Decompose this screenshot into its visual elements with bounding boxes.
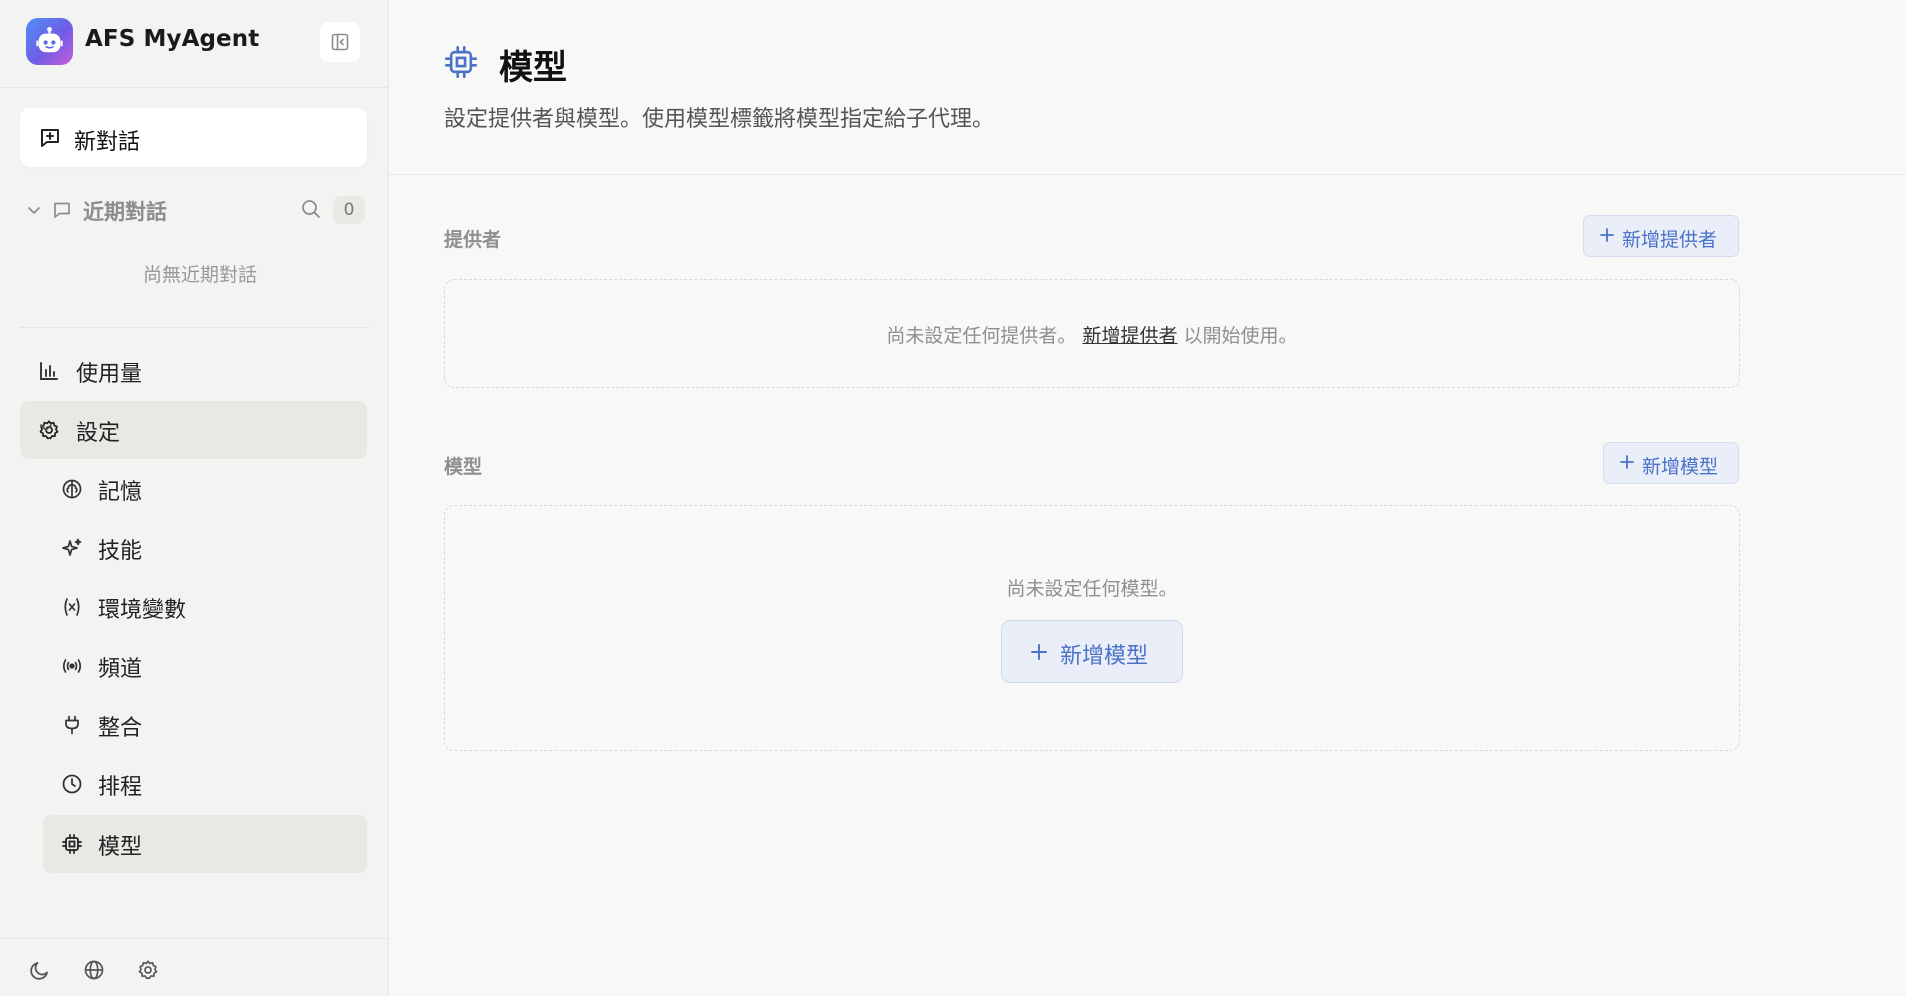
main-content: 模型 設定提供者與模型。使用模型標籤將模型指定給子代理。 提供者 新增提供者 尚… (389, 0, 1906, 996)
sidebar-item-label: 設定 (76, 421, 121, 446)
sidebar-item-channels[interactable]: 頻道 (43, 637, 367, 695)
globe-icon[interactable] (83, 959, 105, 981)
recent-chats-count-badge: 0 (333, 196, 365, 224)
add-model-empty-button[interactable]: 新增模型 (1001, 620, 1183, 683)
plus-icon (1031, 644, 1047, 660)
sidebar-item-env-vars[interactable]: 環境變數 (43, 578, 367, 636)
chevron-down-icon (28, 207, 40, 214)
sidebar-item-label: 整合 (98, 716, 143, 741)
recent-chats-header[interactable]: 近期對話 0 (20, 192, 367, 228)
providers-empty-text: 尚未設定任何提供者。 新增提供者 以開始使用。 (445, 321, 1739, 348)
search-icon[interactable] (300, 198, 322, 220)
chevron-down-icon (40, 424, 52, 431)
sidebar-item-skills[interactable]: 技能 (43, 519, 367, 577)
add-provider-button[interactable]: 新增提供者 (1583, 215, 1739, 257)
sidebar-item-schedule[interactable]: 排程 (43, 755, 367, 813)
sidebar-item-usage[interactable]: 使用量 (20, 342, 367, 400)
sidebar-item-models[interactable]: 模型 (43, 815, 367, 873)
sidebar-divider (20, 327, 370, 328)
sidebar-item-label: 使用量 (76, 362, 143, 387)
sidebar: AFS MyAgent 新對話 近期對話 0 尚無近期對話 使用量 設定 記憶 … (0, 0, 389, 996)
robot-icon (26, 18, 73, 65)
sidebar-item-label: 模型 (98, 835, 143, 860)
chip-icon (62, 834, 82, 854)
sidebar-item-label: 排程 (98, 775, 143, 800)
plus-icon (1620, 455, 1634, 469)
app-name: AFS MyAgent (85, 26, 260, 52)
providers-section-label: 提供者 (444, 229, 502, 251)
variable-icon (64, 598, 80, 616)
sparkle-icon (62, 538, 82, 556)
add-provider-link[interactable]: 新增提供者 (1082, 325, 1177, 347)
sidebar-item-label: 技能 (98, 539, 143, 564)
plus-icon (1600, 228, 1614, 242)
clock-icon (62, 774, 82, 794)
models-empty-text: 尚未設定任何模型。 (1006, 578, 1178, 600)
page-title: 模型 (499, 48, 567, 88)
sidebar-collapse-button[interactable] (320, 22, 360, 62)
add-provider-label: 新增提供者 (1622, 229, 1718, 251)
page-header: 模型 設定提供者與模型。使用模型標籤將模型指定給子代理。 (389, 0, 1906, 175)
bar-chart-icon (40, 362, 58, 380)
gear-icon[interactable] (137, 959, 159, 981)
radio-icon (62, 659, 82, 673)
models-section-label: 模型 (444, 456, 483, 478)
chip-icon (444, 45, 478, 79)
sidebar-item-settings[interactable]: 設定 (20, 401, 367, 459)
providers-empty-suffix: 以開始使用。 (1183, 325, 1298, 347)
providers-empty-state: 尚未設定任何提供者。 新增提供者 以開始使用。 (444, 279, 1740, 388)
brain-icon (62, 479, 82, 499)
plug-icon (65, 715, 79, 735)
message-icon (54, 202, 70, 218)
sidebar-item-integrations[interactable]: 整合 (43, 696, 367, 754)
moon-icon[interactable] (29, 959, 51, 981)
sidebar-item-label: 頻道 (98, 657, 143, 682)
providers-empty-prefix: 尚未設定任何提供者。 (886, 325, 1077, 347)
sidebar-footer (0, 938, 388, 996)
message-plus-icon (41, 129, 59, 147)
models-empty-state: 尚未設定任何模型。 新增模型 (444, 505, 1740, 751)
sidebar-collapse-icon (331, 33, 349, 51)
add-model-label: 新增模型 (1642, 456, 1719, 478)
recent-chats-title: 近期對話 (83, 200, 167, 224)
recent-chats-empty-text: 尚無近期對話 (142, 264, 257, 286)
new-chat-button[interactable]: 新對話 (20, 108, 367, 167)
sidebar-item-memory[interactable]: 記憶 (43, 460, 367, 518)
add-model-empty-label: 新增模型 (1060, 644, 1149, 669)
add-model-button[interactable]: 新增模型 (1603, 442, 1739, 484)
sidebar-item-label: 環境變數 (98, 598, 187, 623)
page-description: 設定提供者與模型。使用模型標籤將模型指定給子代理。 (444, 107, 995, 132)
brand-header: AFS MyAgent (0, 0, 388, 88)
new-chat-label: 新對話 (74, 130, 141, 155)
sidebar-item-label: 記憶 (98, 480, 143, 505)
